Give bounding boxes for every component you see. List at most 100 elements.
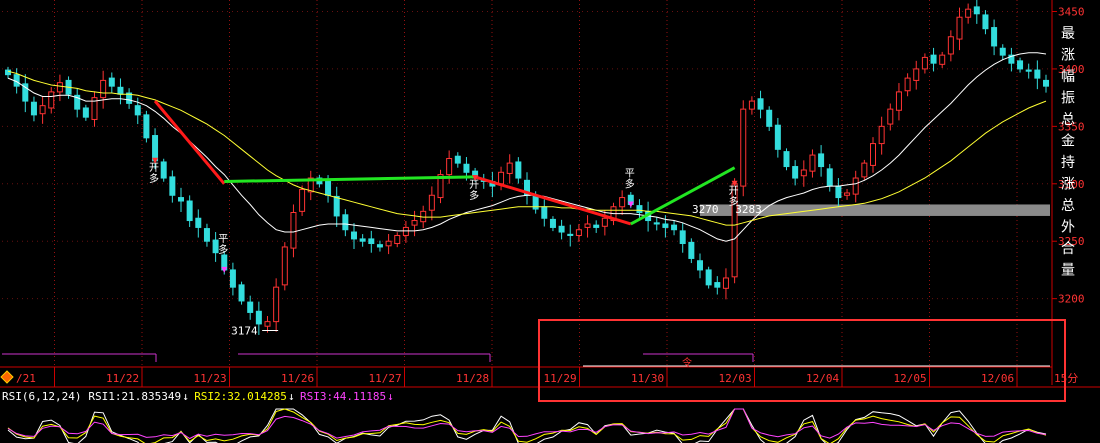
candle-body[interactable] (688, 241, 695, 259)
candle-body[interactable] (541, 206, 548, 219)
candle-body[interactable] (506, 162, 513, 174)
candle-body[interactable] (861, 162, 868, 178)
candle-body[interactable] (203, 228, 210, 242)
candle-body[interactable] (281, 246, 288, 286)
candle-body[interactable] (152, 135, 159, 162)
candle-body[interactable] (740, 108, 747, 187)
candle-body[interactable] (783, 151, 790, 168)
candle-body[interactable] (575, 229, 582, 236)
candle-body[interactable] (826, 168, 833, 187)
candle-body[interactable] (991, 27, 998, 47)
candle-body[interactable] (722, 277, 729, 289)
candle-body[interactable] (195, 217, 202, 228)
candle-body[interactable] (947, 36, 954, 55)
candle-body[interactable] (887, 108, 894, 125)
candle-body[interactable] (48, 91, 55, 109)
candle-body[interactable] (368, 238, 375, 245)
candle-body[interactable] (878, 125, 885, 145)
candle-body[interactable] (498, 171, 505, 185)
candle-body[interactable] (515, 161, 522, 179)
candle-body[interactable] (913, 68, 920, 81)
candle-body[interactable] (342, 214, 349, 231)
candle-body[interactable] (619, 197, 626, 208)
candle-body[interactable] (463, 163, 470, 173)
candle-body[interactable] (852, 177, 859, 195)
candle-body[interactable] (238, 284, 245, 302)
candle-body[interactable] (982, 14, 989, 30)
candle-body[interactable] (359, 238, 366, 242)
candle-body[interactable] (325, 180, 332, 196)
candle-body[interactable] (697, 260, 703, 271)
candle-body[interactable] (134, 105, 141, 116)
candle-body[interactable] (351, 231, 357, 240)
candle-body[interactable] (402, 226, 409, 236)
candle-body[interactable] (601, 217, 608, 227)
candle-body[interactable] (39, 105, 46, 115)
candle-body[interactable] (999, 47, 1006, 56)
candle-body[interactable] (273, 286, 280, 323)
candle-body[interactable] (558, 225, 565, 233)
candle-body[interactable] (973, 6, 980, 15)
candle-body[interactable] (567, 233, 574, 236)
candle-body[interactable] (809, 154, 816, 172)
candle-body[interactable] (844, 192, 851, 196)
candle-body[interactable] (186, 200, 193, 222)
candle-body[interactable] (411, 220, 418, 226)
candle-body[interactable] (671, 224, 678, 231)
candle-body[interactable] (1017, 60, 1024, 70)
kline-chart[interactable]: 开多平多开多平多开多 31743270 3283 令 34503400335033… (0, 0, 1100, 443)
candle-body[interactable] (255, 310, 262, 325)
candle-body[interactable] (714, 282, 721, 288)
candle-body[interactable] (446, 158, 453, 176)
candle-body[interactable] (264, 321, 271, 327)
candle-body[interactable] (636, 205, 643, 214)
candle-body[interactable] (939, 54, 946, 65)
candle-body[interactable] (774, 124, 781, 150)
candle-body[interactable] (748, 100, 755, 110)
candle-body[interactable] (56, 82, 63, 93)
candle-body[interactable] (895, 91, 902, 111)
candle-body[interactable] (870, 143, 876, 166)
candle-body[interactable] (1034, 69, 1041, 79)
timeframe-label[interactable]: 15分 (1054, 372, 1078, 385)
candle-body[interactable] (593, 224, 600, 228)
candle-body[interactable] (921, 56, 928, 70)
candle-body[interactable] (454, 155, 461, 164)
candle-body[interactable] (757, 98, 764, 110)
candle-body[interactable] (376, 244, 383, 248)
candle-body[interactable] (835, 185, 842, 199)
candle-body[interactable] (108, 77, 115, 87)
candle-body[interactable] (290, 212, 297, 249)
candle-body[interactable] (1025, 69, 1032, 72)
candle-body[interactable] (930, 54, 937, 64)
candle-body[interactable] (965, 8, 972, 18)
candle-body[interactable] (299, 189, 306, 212)
candle-body[interactable] (30, 101, 37, 116)
candle-body[interactable] (792, 166, 799, 179)
candle-body[interactable] (705, 269, 712, 286)
candle-body[interactable] (653, 222, 660, 225)
candle-body[interactable] (82, 107, 89, 118)
candle-body[interactable] (818, 153, 825, 168)
candle-body[interactable] (178, 197, 184, 202)
candle-body[interactable] (800, 169, 807, 177)
candle-body[interactable] (766, 109, 773, 127)
candle-body[interactable] (117, 86, 124, 95)
candle-body[interactable] (1043, 79, 1049, 87)
candle-body[interactable] (904, 77, 911, 92)
candle-body[interactable] (100, 79, 107, 99)
candle-body[interactable] (143, 114, 150, 139)
candle-body[interactable] (160, 161, 167, 179)
candle-body[interactable] (394, 234, 401, 245)
candle-body[interactable] (549, 218, 556, 228)
candle-body[interactable] (662, 223, 669, 228)
candle-body[interactable] (333, 195, 340, 217)
candle-body[interactable] (428, 194, 435, 211)
candle-body[interactable] (5, 69, 11, 76)
candle-body[interactable] (956, 16, 963, 40)
candle-body[interactable] (385, 240, 392, 247)
candle-body[interactable] (229, 269, 236, 288)
candle-body[interactable] (679, 230, 686, 245)
candle-body[interactable] (247, 301, 254, 313)
candle-body[interactable] (169, 176, 176, 196)
